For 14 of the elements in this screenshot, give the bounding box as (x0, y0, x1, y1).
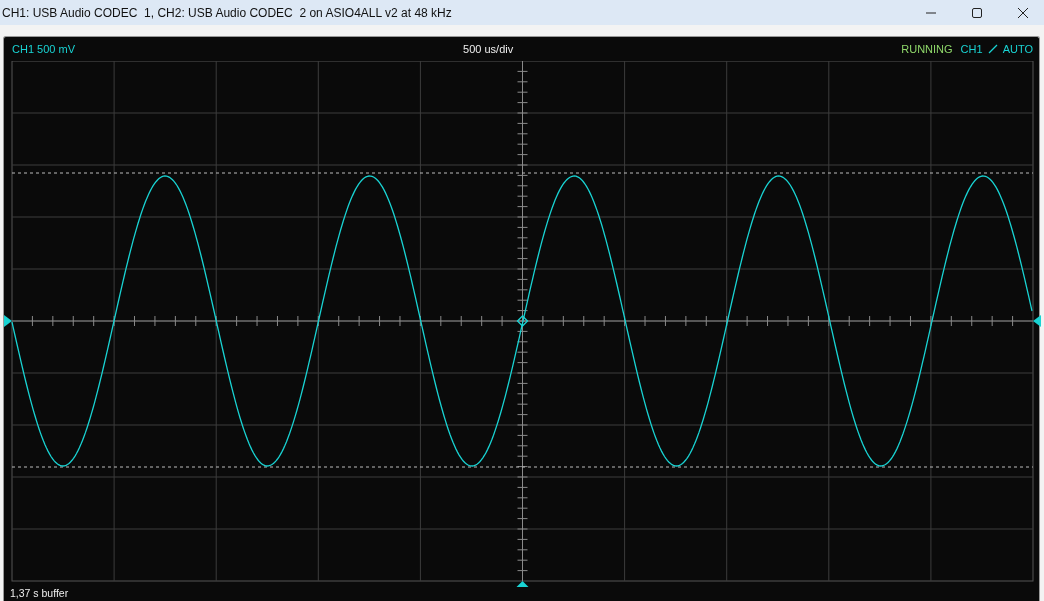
channel-scale: CH1 500 mV (12, 43, 75, 55)
maximize-icon[interactable] (971, 6, 983, 19)
timebase-label: 500 us/div (463, 43, 514, 55)
ground-marker-icon[interactable] (4, 315, 12, 327)
buffer-label: 1,37 s buffer (9, 587, 70, 600)
status-label: RUNNING (901, 43, 953, 55)
trigger-position-marker-icon[interactable] (516, 581, 529, 587)
rising-edge-icon (987, 44, 998, 54)
trigger-mode: AUTO (1002, 43, 1033, 55)
trigger-level-marker-icon[interactable] (1033, 315, 1041, 327)
window-title: CH1: USB Audio CODEC 1, CH2: USB Audio CODEC 2 on ASIO4ALL v2 at 48 kHz (2, 5, 452, 20)
close-icon[interactable] (1017, 6, 1029, 19)
trigger-channel: CH1 (960, 43, 983, 55)
trigger-point-icon (516, 315, 529, 327)
